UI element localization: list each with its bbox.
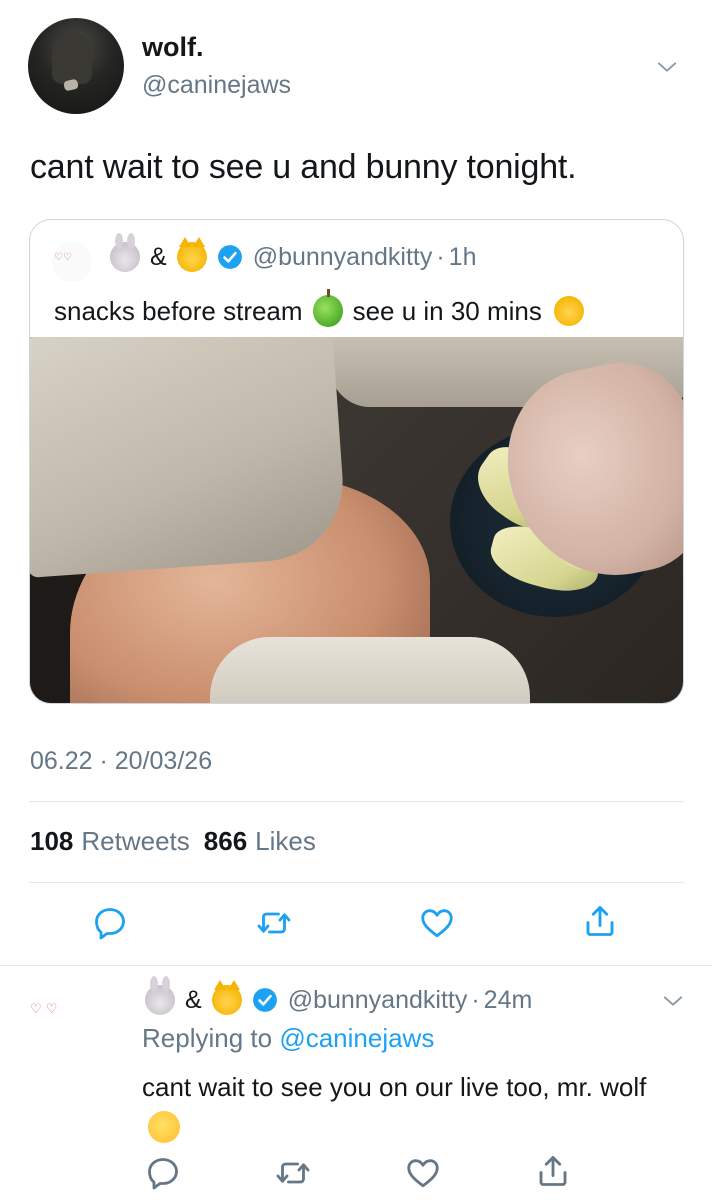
heart-icon[interactable] (405, 1155, 441, 1191)
quoted-header: & @bunnyandkitty · 1h (110, 233, 477, 272)
quoted-photo[interactable] (30, 337, 683, 703)
bunny-emoji-icon (110, 233, 140, 272)
reply-text: cant wait to see you on our live too, mr… (142, 1068, 682, 1144)
replying-mention[interactable]: @caninejaws (279, 1023, 434, 1053)
avatar-hand (63, 78, 79, 92)
avatar-logo-script: ♡♡ (54, 252, 72, 263)
avatar-logo-script: ♡ ♡ (30, 1002, 58, 1017)
retweet-icon[interactable] (275, 1155, 311, 1191)
chevron-down-icon[interactable] (656, 56, 678, 78)
share-icon[interactable] (582, 903, 618, 939)
chevron-down-icon[interactable] (662, 990, 684, 1012)
quoted-handle[interactable]: @bunnyandkitty (253, 243, 433, 272)
likes-label[interactable]: Likes (255, 826, 316, 857)
reply-icon[interactable] (145, 1155, 181, 1191)
winking-face-emoji-icon (148, 1111, 180, 1144)
main-avatar[interactable] (28, 18, 124, 114)
photo-blanket-bottom (210, 637, 530, 703)
avatar-figure (52, 32, 92, 84)
reply-time: 24m (483, 985, 533, 1014)
green-apple-emoji-icon (312, 289, 343, 327)
replying-to: Replying to @caninejaws (142, 1023, 434, 1054)
heart-icon[interactable] (419, 905, 455, 941)
retweets-count[interactable]: 108 (30, 826, 73, 857)
tweet-stats: 108 Retweets 866 Likes (30, 826, 316, 857)
reply-text-content: cant wait to see you on our live too, mr… (142, 1072, 647, 1102)
cat-emoji-icon (176, 237, 207, 272)
tweet-separator (0, 965, 712, 966)
quoted-separator: · (436, 242, 445, 271)
verified-badge-icon (217, 245, 242, 269)
quoted-amp: & (150, 242, 167, 271)
quoted-text-part1: snacks before stream (54, 295, 303, 326)
main-handle[interactable]: @caninejaws (142, 71, 291, 100)
divider (29, 882, 684, 883)
bunny-emoji-icon (145, 976, 175, 1015)
quoted-avatar: ♡♡ (52, 242, 92, 282)
cat-emoji-icon (211, 980, 242, 1015)
tweet-text: cant wait to see u and bunny tonight. (30, 148, 577, 186)
reply-header: & @bunnyandkitty · 24m (145, 976, 533, 1015)
quoted-time: 1h (448, 242, 477, 271)
tweet-timestamp[interactable]: 06.22 · 20/03/26 (30, 747, 212, 776)
verified-badge-icon (252, 988, 277, 1012)
share-icon[interactable] (535, 1153, 571, 1189)
retweets-label[interactable]: Retweets (81, 826, 189, 857)
smirking-cat-emoji-icon (553, 296, 584, 326)
quoted-tweet-card[interactable]: ♡♡ & @bunnyandkitty · 1h snacks before s… (29, 219, 684, 704)
reply-separator: · (471, 985, 480, 1014)
replying-prefix: Replying to (142, 1023, 273, 1053)
reply-avatar[interactable]: ♡ ♡ (30, 1002, 120, 1052)
quoted-text-part2: see u in 30 mins (352, 295, 542, 326)
photo-blanket (30, 337, 348, 578)
divider (29, 801, 684, 802)
reply-amp: & (185, 985, 202, 1014)
retweet-icon[interactable] (256, 905, 292, 941)
main-display-name[interactable]: wolf. (142, 32, 204, 63)
reply-icon[interactable] (92, 905, 128, 941)
likes-count[interactable]: 866 (204, 826, 247, 857)
reply-handle[interactable]: @bunnyandkitty (288, 986, 468, 1015)
quoted-text: snacks before stream see u in 30 mins (54, 289, 584, 327)
